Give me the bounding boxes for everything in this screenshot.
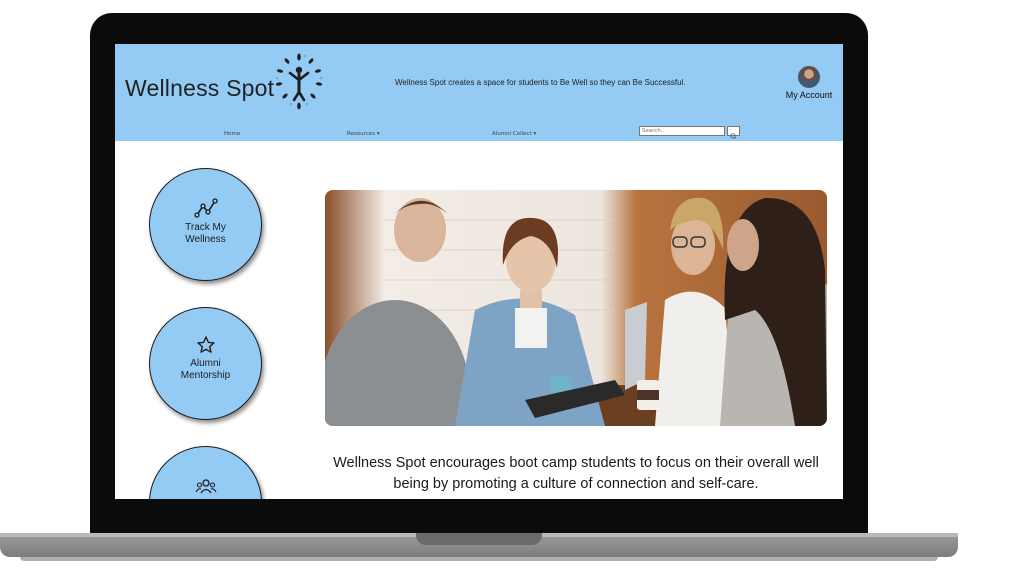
card-label-line2: Wellness <box>185 234 226 245</box>
star-icon <box>196 336 215 353</box>
avatar[interactable] <box>798 66 820 88</box>
nav-resources[interactable]: Resources ▾ <box>347 131 380 137</box>
card-label-line1: Alumni <box>190 358 221 369</box>
track-wellness-card[interactable]: Track My Wellness <box>149 168 262 281</box>
search-input[interactable]: Search.. <box>639 126 725 136</box>
wellness-logo-icon[interactable] <box>271 52 327 112</box>
search-button[interactable] <box>727 126 740 140</box>
brand-name[interactable]: Wellness Spot <box>125 75 274 102</box>
site-tagline: Wellness Spot creates a space for studen… <box>395 78 686 87</box>
card-label-line1: Track My <box>185 222 226 233</box>
site-description: Wellness Spot encourages boot camp stude… <box>333 455 819 492</box>
search-icon <box>730 133 737 140</box>
community-card[interactable] <box>149 446 262 499</box>
my-account-label[interactable]: My Account <box>779 90 839 100</box>
site-header: Wellness Spot Wellness Spot creates a sp… <box>115 44 843 141</box>
laptop-screen: Wellness Spot Wellness Spot creates a sp… <box>115 44 843 499</box>
laptop-shadow <box>20 557 938 561</box>
chart-line-icon <box>193 198 218 218</box>
group-icon <box>195 479 216 494</box>
hero-image <box>325 190 827 426</box>
nav-home[interactable]: Home <box>224 131 240 137</box>
students-photo <box>325 190 827 426</box>
card-label-line2: Mentorship <box>180 370 231 381</box>
laptop-notch <box>416 533 542 545</box>
my-account-link[interactable]: My Account <box>779 66 839 100</box>
alumni-mentorship-card[interactable]: Alumni Mentorship <box>149 307 262 420</box>
nav-alumni-collect[interactable]: Alumni Collect ▾ <box>492 131 536 137</box>
